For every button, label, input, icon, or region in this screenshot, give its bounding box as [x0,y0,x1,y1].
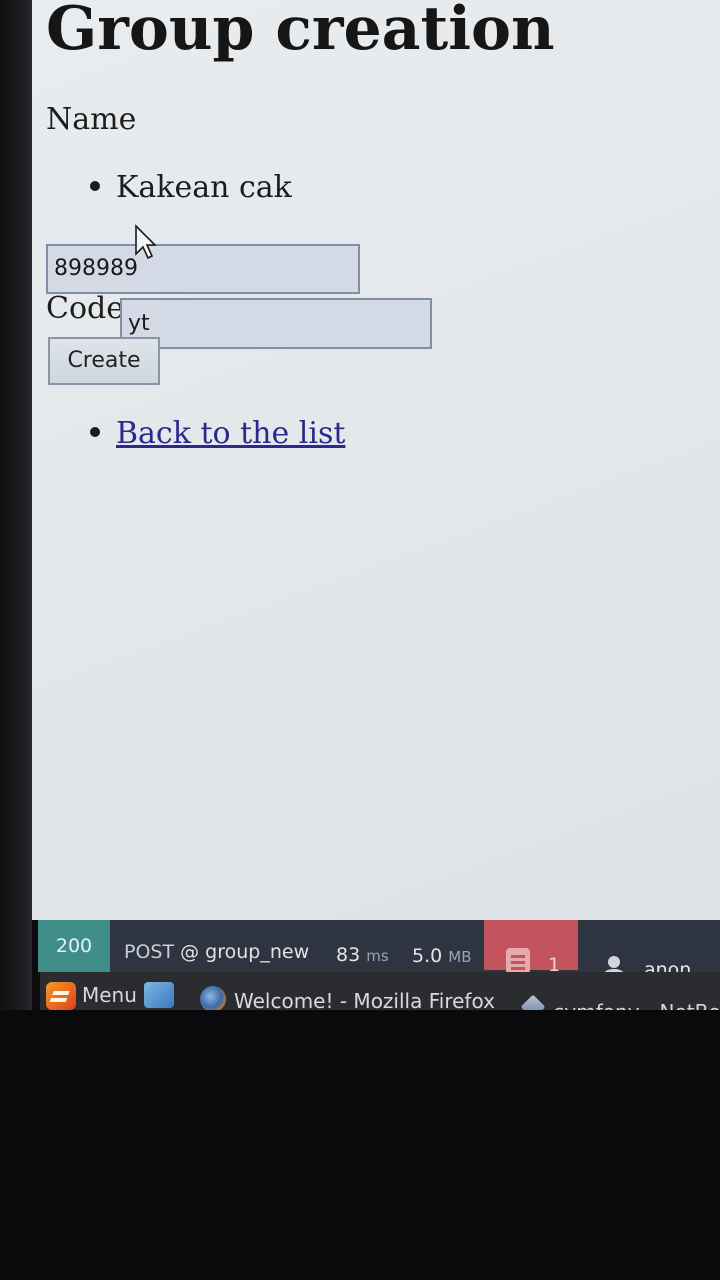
code-label: Code [46,291,124,326]
request-method: POST [124,941,175,963]
nav-list: Back to the list [90,414,345,454]
monitor-bezel [0,0,32,1010]
request-route: @ group_new [180,941,310,963]
symfony-debug-toolbar: 200 POST @ group_new 83 ms 5.0 MB 1 anon… [38,920,720,981]
browser-page: Group creation Name Kakean cak 898989 Co… [32,0,720,920]
firefox-icon [200,986,226,1012]
log-icon [506,948,530,974]
bullet-icon [90,427,100,437]
bullet-icon [90,181,100,191]
name-input[interactable]: 898989 [46,244,360,294]
timing-panel[interactable]: 83 ms [336,920,389,972]
request-info[interactable]: POST @ group_new [124,920,309,972]
error-item: Kakean cak [90,168,292,208]
monitor-screen: Group creation Name Kakean cak 898989 Co… [0,0,720,1280]
error-text: Kakean cak [116,170,292,205]
memory-panel[interactable]: 5.0 MB [412,920,472,972]
memory-unit: MB [448,948,472,966]
error-list: Kakean cak [90,168,292,208]
time-value: 83 [336,944,361,966]
page-title: Group creation [46,0,555,64]
status-code-badge[interactable]: 200 [38,920,110,972]
name-label: Name [46,102,137,137]
memory-value: 5.0 [412,945,443,967]
mouse-cursor-icon [135,224,156,260]
nav-item: Back to the list [90,414,345,454]
time-unit: ms [366,947,389,965]
back-to-list-link[interactable]: Back to the list [116,416,345,451]
log-panel[interactable]: 1 [484,920,578,976]
create-button[interactable]: Create [48,337,160,385]
show-desktop-icon[interactable] [144,982,174,1008]
monitor-bezel-bottom [0,1010,720,1280]
menu-icon [46,982,76,1010]
code-input[interactable]: yt [120,298,432,349]
